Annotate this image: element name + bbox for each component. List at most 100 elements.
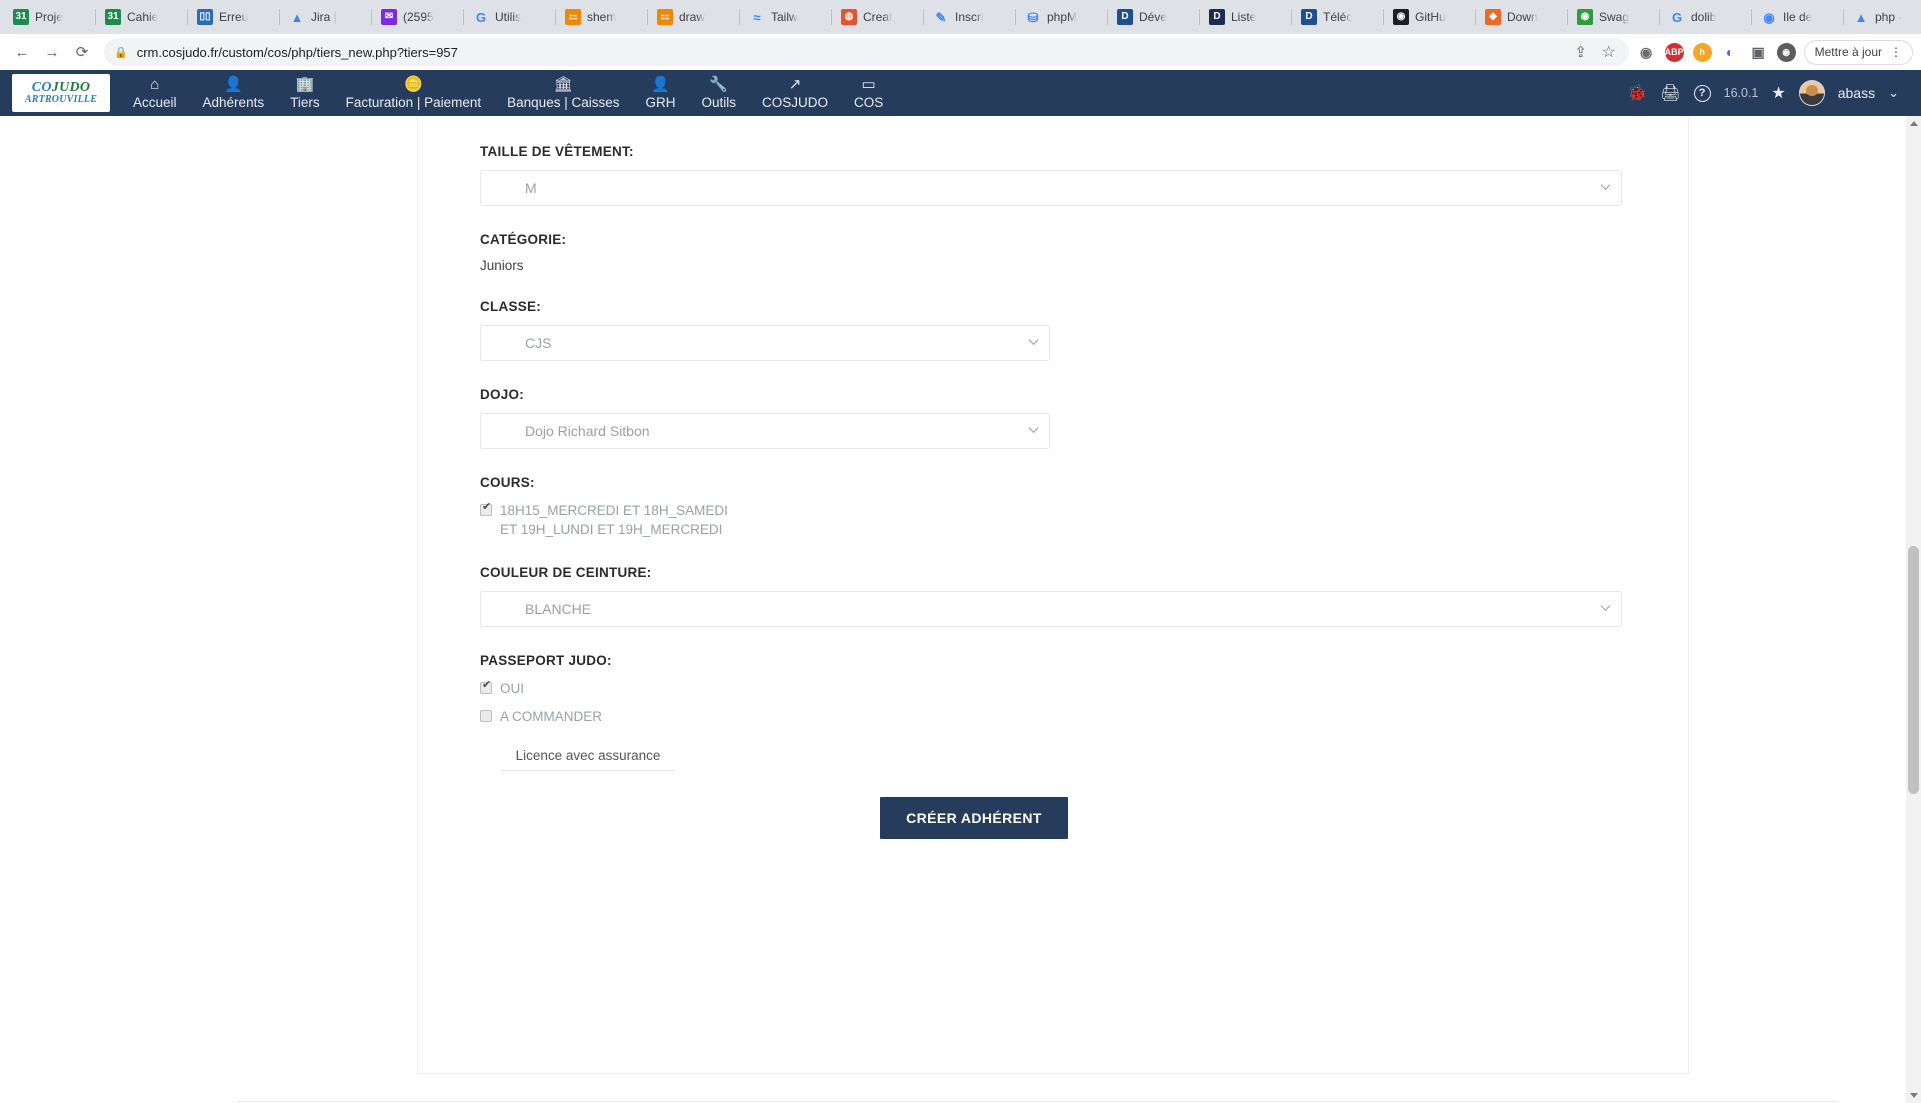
field-couleur-ceinture: COULEUR DE CEINTURE: BLANCHE: [480, 565, 1626, 627]
reload-button[interactable]: ⟳: [68, 38, 96, 66]
vertical-scrollbar[interactable]: [1906, 116, 1921, 1103]
scroll-down-arrow-icon[interactable]: [1910, 1093, 1918, 1098]
bug-icon[interactable]: 🐞: [1627, 83, 1647, 103]
nav-item-tiers[interactable]: 🏢 Tiers: [277, 70, 333, 116]
value-couleur-ceinture: BLANCHE: [525, 601, 592, 617]
browser-tab[interactable]: ≈ Tailw: [740, 0, 832, 34]
checkbox-passeport-oui[interactable]: [480, 679, 492, 694]
checkbox-cours[interactable]: [480, 501, 492, 516]
browser-tab[interactable]: ▲ php -: [1844, 0, 1921, 34]
browser-tab[interactable]: ✉ (2595: [372, 0, 464, 34]
favorite-star-icon[interactable]: ★: [1771, 83, 1785, 103]
checkbox-passeport-a-commander[interactable]: [480, 710, 492, 722]
submit-row: CRÉER ADHÉRENT: [480, 797, 1626, 839]
user-menu-chevron-down-icon[interactable]: ⌄: [1888, 85, 1899, 101]
browser-tab[interactable]: D Téléc: [1292, 0, 1384, 34]
profile-avatar[interactable]: ◉: [1776, 42, 1796, 62]
drawio-icon: ⚏: [657, 9, 673, 25]
checkbox-row-passeport-a-commander[interactable]: A COMMANDER: [480, 707, 1626, 726]
browser-tab[interactable]: ⚏ draw: [648, 0, 740, 34]
browser-tab[interactable]: G Utilis: [464, 0, 556, 34]
field-dojo: DOJO: Dojo Richard Sitbon: [480, 387, 1626, 449]
browser-tab[interactable]: ◉ Swag: [1568, 0, 1660, 34]
browser-tab[interactable]: ✎ Inscri: [924, 0, 1016, 34]
browser-tab[interactable]: D Liste: [1200, 0, 1292, 34]
sidepanel-icon[interactable]: ▣: [1748, 42, 1768, 62]
browser-tab[interactable]: ▲ Jira |: [280, 0, 372, 34]
colorpick-extension[interactable]: ◐: [1720, 42, 1740, 62]
app-logo[interactable]: COJUDO ARTROUVILLE: [12, 74, 110, 112]
coins-icon: 🪙: [404, 75, 423, 93]
browser-tab[interactable]: ◍ Creat: [832, 0, 924, 34]
diamond-icon: ◆: [1485, 9, 1501, 25]
help-icon[interactable]: ?: [1693, 84, 1711, 102]
select-dojo[interactable]: Dojo Richard Sitbon: [480, 413, 1050, 449]
nav-items: ⌂ Accueil 👤 Adhérents 🏢 Tiers 🪙 Facturation | P…: [120, 70, 896, 116]
select-taille-vetement[interactable]: M: [480, 170, 1622, 206]
licence-assurance-field[interactable]: Licence avec assurance: [500, 748, 676, 771]
nav-item-cosjudo[interactable]: ↗ COSJUDO: [749, 70, 841, 116]
update-button[interactable]: Mettre à jour ⋮: [1803, 39, 1913, 65]
nav-item-outils[interactable]: 🔧 Outils: [688, 70, 749, 116]
pocket-extension[interactable]: ◉: [1636, 42, 1656, 62]
select-classe[interactable]: CJS: [480, 325, 1050, 361]
browser-tab[interactable]: ◉ Ile de: [1752, 0, 1844, 34]
nav-item-grh[interactable]: 👤 GRH: [632, 70, 688, 116]
browser-tab[interactable]: ⛁ phpM: [1016, 0, 1108, 34]
select-couleur-ceinture[interactable]: BLANCHE: [480, 591, 1622, 627]
bookmark-star-icon[interactable]: ☆: [1599, 42, 1619, 62]
avatar[interactable]: [1798, 80, 1825, 106]
tab-title: phpM: [1047, 10, 1078, 24]
jira-icon: ▲: [290, 9, 304, 25]
nav-item-label: Facturation | Paiement: [345, 94, 482, 110]
home-icon: ⌂: [150, 75, 160, 93]
browser-tab[interactable]: ⚏ shem: [556, 0, 648, 34]
checkbox-row-passeport-oui[interactable]: OUI: [480, 679, 1626, 698]
creer-adherent-button[interactable]: CRÉER ADHÉRENT: [880, 797, 1068, 839]
browser-tab[interactable]: D Déve: [1108, 0, 1200, 34]
github-icon: ◉: [1393, 9, 1409, 25]
field-cours: COURS: 18H15_MERCREDI ET 18H_SAMEDI ET 1…: [480, 475, 1626, 539]
address-bar[interactable]: 🔒 crm.cosjudo.fr/custom/cos/php/tiers_ne…: [104, 38, 1629, 66]
browser-tab[interactable]: ▯▯ Erreu: [188, 0, 280, 34]
checkbox-label-passeport-oui: OUI: [500, 681, 525, 696]
nav-item-adh-rents[interactable]: 👤 Adhérents: [190, 70, 278, 116]
checkbox-row-cours[interactable]: 18H15_MERCREDI ET 18H_SAMEDI ET 19H_LUND…: [480, 501, 1626, 539]
tab-title: draw: [679, 10, 706, 24]
nav-item-banques-caisses[interactable]: 🏛 Banques | Caisses: [494, 70, 632, 116]
honey-extension[interactable]: h: [1692, 42, 1712, 62]
phpmyadmin-icon: ⛁: [1027, 9, 1039, 25]
checkbox-label-passeport-a-commander: A COMMANDER: [500, 709, 603, 724]
printer-icon[interactable]: 🖨: [1660, 83, 1680, 103]
forward-button[interactable]: →: [38, 38, 66, 66]
browser-tab[interactable]: 31 Proje: [4, 0, 96, 34]
page-icon: ▭: [861, 75, 876, 93]
share-icon[interactable]: ⇪: [1571, 42, 1591, 62]
scroll-up-arrow-icon[interactable]: [1910, 121, 1918, 126]
browser-tab[interactable]: 31 Cahie: [96, 0, 188, 34]
scrollbar-thumb[interactable]: [1908, 546, 1919, 794]
back-button[interactable]: ←: [8, 38, 36, 66]
tab-title: Ile de: [1783, 10, 1813, 24]
browser-window: 31 Proje 31 Cahie ▯▯ Erreu ▲ Jira | ✉ (2595 G Utili…: [0, 0, 1921, 1103]
browser-tab[interactable]: ◉ GitHu: [1384, 0, 1476, 34]
browser-tab[interactable]: Gdolib: [1660, 0, 1752, 34]
nav-item-facturation-paiement[interactable]: 🪙 Facturation | Paiement: [333, 70, 495, 116]
tab-title: Proje: [35, 10, 64, 24]
wrench-icon: 🔧: [709, 75, 729, 93]
chevron-down-icon: [1028, 423, 1039, 433]
tab-title: Swag: [1599, 10, 1630, 24]
tab-title: Utilis: [495, 10, 521, 24]
tab-title: shem: [587, 10, 617, 24]
abp-extension[interactable]: ABP: [1664, 42, 1684, 62]
field-taille-vetement: TAILLE DE VÊTEMENT: M: [480, 144, 1626, 206]
nav-item-label: Tiers: [290, 94, 320, 110]
nav-item-accueil[interactable]: ⌂ Accueil: [120, 70, 190, 116]
browser-tab[interactable]: ◆ Down: [1476, 0, 1568, 34]
field-classe: CLASSE: CJS: [480, 299, 1626, 361]
logo-line1-a: CO: [31, 80, 52, 95]
tailwind-icon: ≈: [753, 9, 761, 25]
browser-menu-icon[interactable]: ⋮: [1890, 45, 1902, 59]
label-passeport-judo: PASSEPORT JUDO:: [480, 653, 612, 668]
nav-item-cos[interactable]: ▭ COS: [841, 70, 896, 116]
